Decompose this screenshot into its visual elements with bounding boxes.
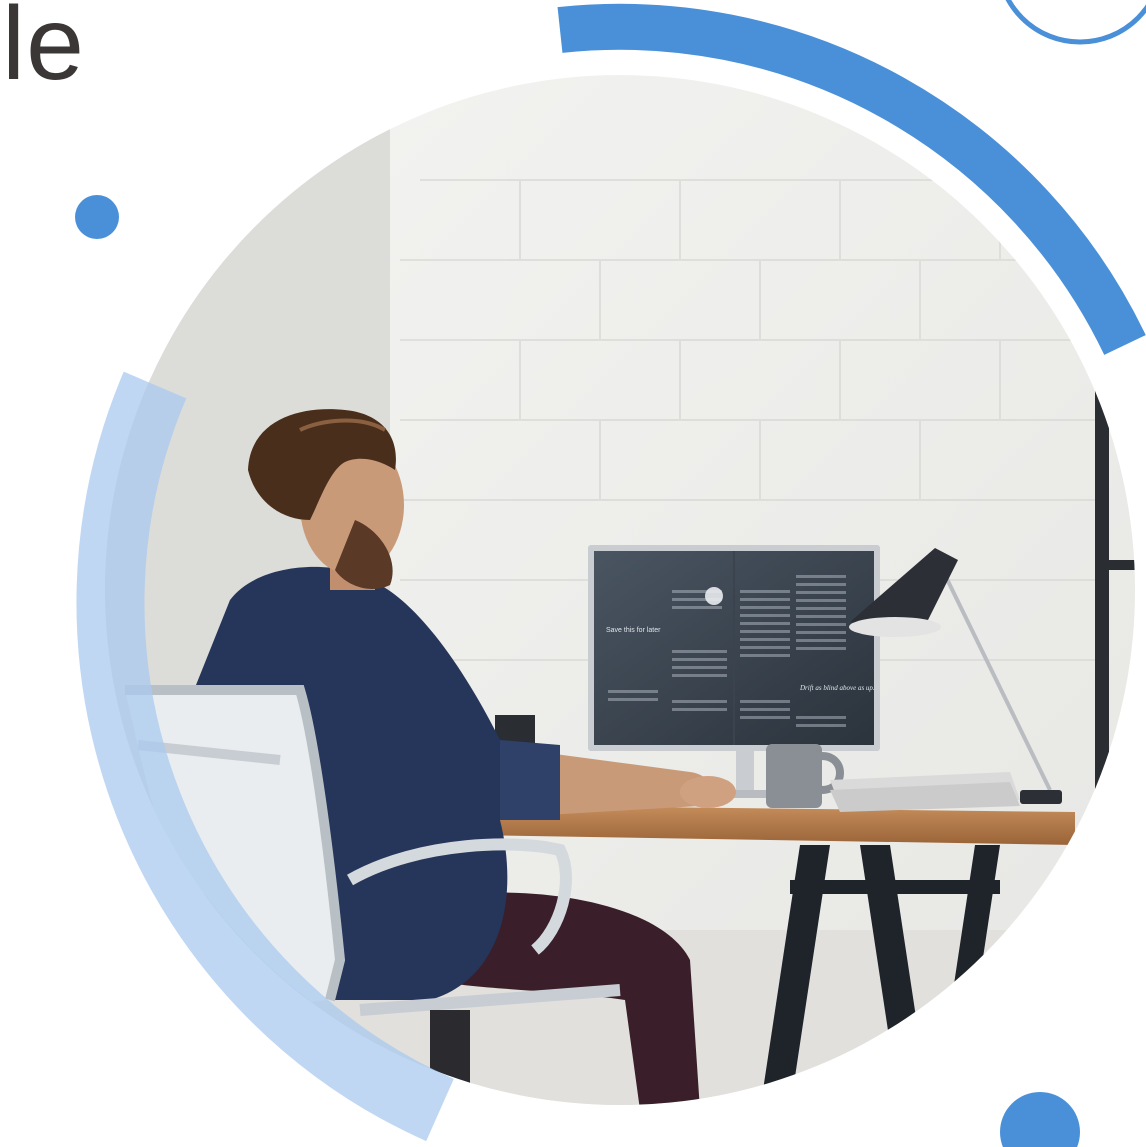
office-photo-composition: Save this for later Drift as blind above…	[75, 0, 1146, 1147]
monitor-pullquote: Drift as blind above as up.	[799, 684, 875, 692]
monitor-left-title: Save this for later	[606, 627, 661, 634]
monitor-avatar-icon	[705, 587, 723, 605]
decor-dot-left	[75, 195, 119, 239]
hero-illustration: le Save this for later Drift as blind ab…	[0, 0, 1146, 1147]
decor-ring-top-right	[1005, 0, 1146, 45]
decor-dot-bottom-right	[1000, 1092, 1080, 1147]
